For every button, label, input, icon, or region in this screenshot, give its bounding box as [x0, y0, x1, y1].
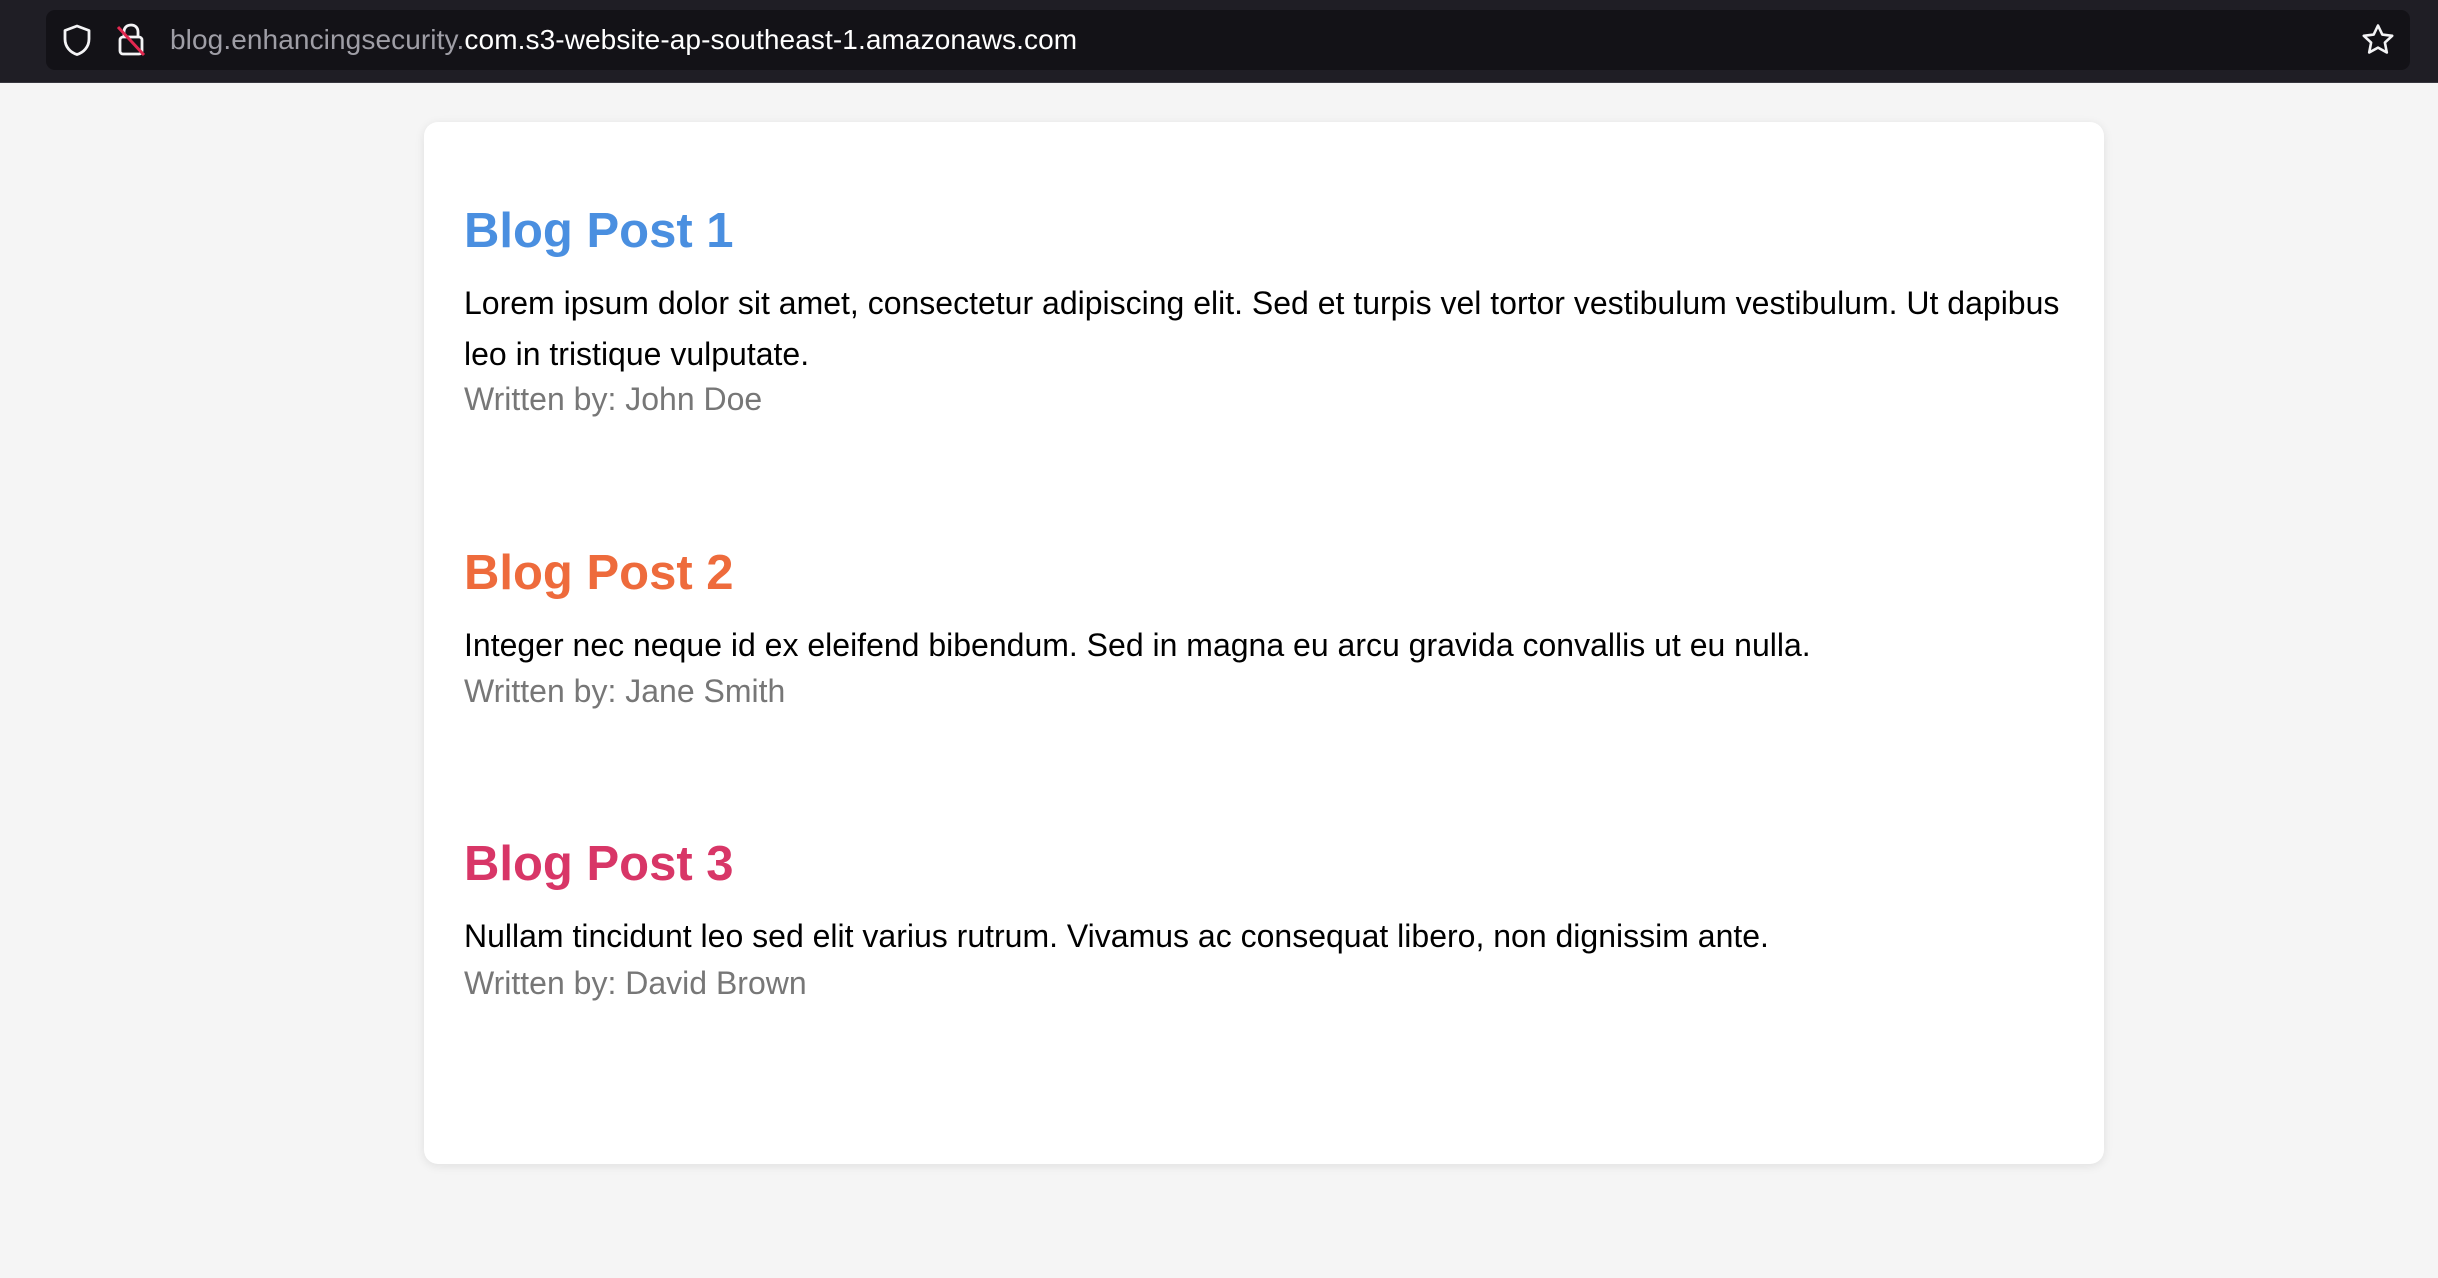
post-author: Written by: John Doe: [464, 381, 763, 417]
post-body: Integer nec neque id ex eleifend bibendu…: [464, 627, 1811, 663]
post-body: Nullam tincidunt leo sed elit varius rut…: [464, 918, 1769, 954]
url-domain: com.s3-website-ap-southeast-1.amazonaws.…: [464, 24, 1078, 55]
blog-card: Blog Post 1 Lorem ipsum dolor sit amet, …: [424, 122, 2104, 1164]
post-author: Written by: Jane Smith: [464, 673, 786, 709]
shield-icon[interactable]: [60, 23, 94, 57]
browser-toolbar: blog.enhancingsecurity.com.s3-website-ap…: [0, 0, 2438, 83]
post-body: Lorem ipsum dolor sit amet, consectetur …: [464, 285, 2060, 372]
url-subdomain: blog.enhancingsecurity.: [170, 24, 465, 55]
address-bar[interactable]: blog.enhancingsecurity.com.s3-website-ap…: [46, 10, 2410, 70]
post-author: Written by: David Brown: [464, 965, 807, 1001]
post-title: Blog Post 3: [464, 837, 734, 891]
post-title: Blog Post 1: [464, 204, 734, 258]
insecure-lock-icon[interactable]: [114, 22, 148, 58]
post-title: Blog Post 2: [464, 546, 734, 600]
url-text[interactable]: blog.enhancingsecurity.com.s3-website-ap…: [170, 10, 1077, 70]
bookmark-star-icon[interactable]: [2360, 22, 2396, 58]
